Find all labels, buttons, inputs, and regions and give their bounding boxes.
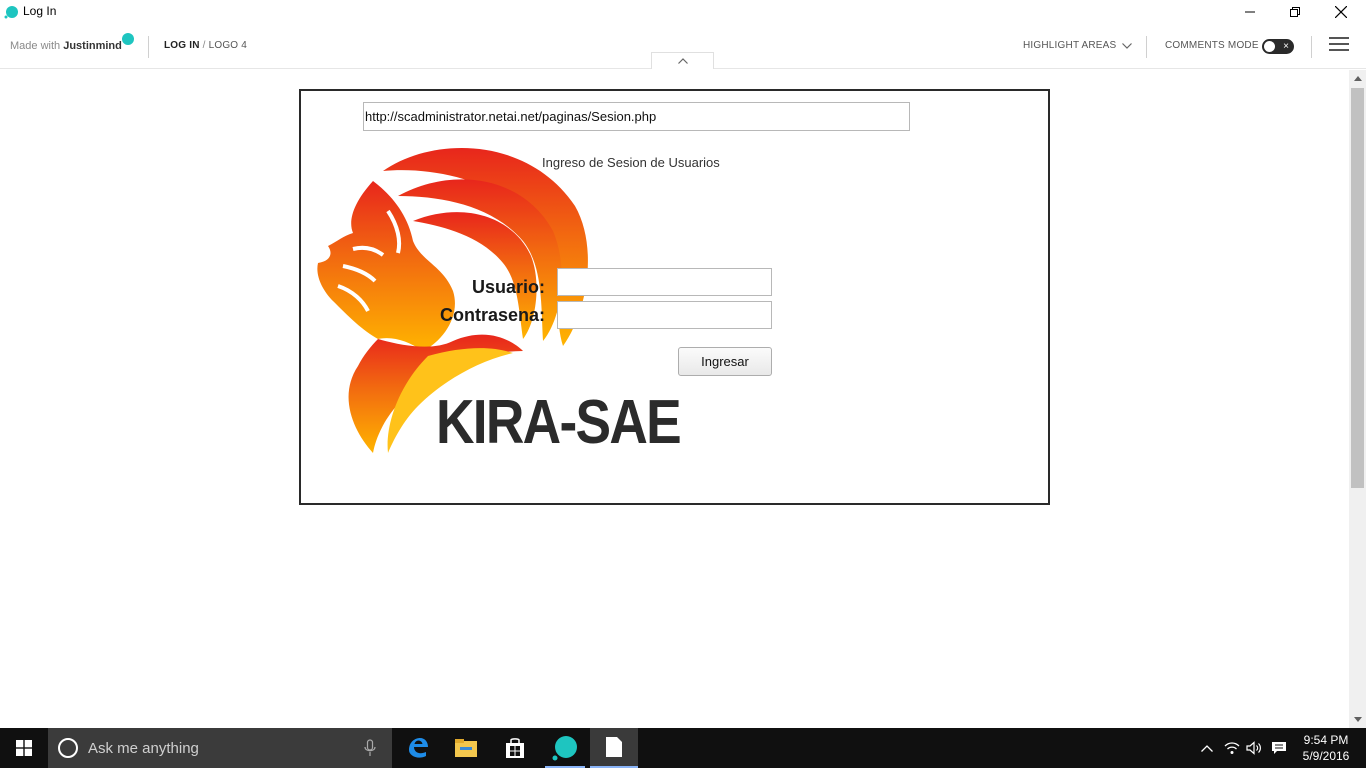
scroll-down-arrow-icon xyxy=(1353,717,1362,722)
minimize-button[interactable] xyxy=(1227,0,1273,24)
kira-sae-logo-text: KIRA-SAE xyxy=(436,388,682,457)
url-text-field: http://scadministrator.netai.net/paginas… xyxy=(363,102,910,131)
blank-document-icon xyxy=(606,737,622,757)
toggle-knob xyxy=(1264,41,1275,52)
clock-date: 5/9/2016 xyxy=(1302,749,1350,763)
login-frame: http://scadministrator.netai.net/paginas… xyxy=(299,89,1050,505)
cortana-circle-icon xyxy=(58,738,78,758)
usuario-input[interactable] xyxy=(557,268,772,296)
usuario-label: Usuario: xyxy=(471,277,545,297)
made-with-prefix: Made with xyxy=(10,40,64,52)
restore-icon xyxy=(1290,7,1300,17)
volume-tray-button[interactable] xyxy=(1242,728,1266,768)
window-title: Log In xyxy=(23,4,57,18)
contrasena-input[interactable] xyxy=(557,301,772,329)
toolbar-divider xyxy=(1311,36,1312,58)
search-placeholder: Ask me anything xyxy=(88,740,199,757)
breadcrumb-separator: / xyxy=(199,40,209,51)
minimize-icon xyxy=(1245,11,1255,13)
close-icon xyxy=(1335,6,1347,18)
scroll-up-button[interactable] xyxy=(1349,70,1366,87)
made-with-link[interactable]: Made with Justinmind xyxy=(10,40,122,52)
made-with-brand: Justinmind xyxy=(63,40,122,52)
chevron-up-icon xyxy=(1201,744,1213,752)
window-titlebar: Log In xyxy=(0,0,1366,24)
hamburger-icon-line xyxy=(1329,37,1349,39)
chevron-down-icon xyxy=(1122,42,1133,49)
scroll-thumb[interactable] xyxy=(1351,88,1364,488)
breadcrumb: LOG IN / LOGO 4 xyxy=(164,40,247,51)
taskbar-clock[interactable]: 9:54 PM 5/9/2016 xyxy=(1296,732,1356,764)
microphone-icon[interactable] xyxy=(364,739,376,757)
start-button[interactable] xyxy=(0,728,48,768)
restore-button[interactable] xyxy=(1272,0,1318,24)
edge-taskbar-button[interactable] xyxy=(394,728,442,768)
comments-mode-label: COMMENTS MODE xyxy=(1165,40,1259,51)
folder-icon xyxy=(455,739,477,757)
clock-time: 9:54 PM xyxy=(1303,733,1349,747)
collapse-toolbar-tab[interactable] xyxy=(651,52,714,69)
toolbar-divider xyxy=(148,36,149,58)
speaker-icon xyxy=(1246,741,1261,755)
contrasena-label: Contrasena: xyxy=(439,305,545,325)
action-center-button[interactable] xyxy=(1267,728,1291,768)
wifi-icon xyxy=(1224,742,1240,754)
vertical-scrollbar[interactable] xyxy=(1349,70,1366,728)
comments-mode-toggle[interactable]: × xyxy=(1262,39,1294,54)
cortana-search-box[interactable]: Ask me anything xyxy=(48,728,392,768)
toolbar-divider xyxy=(1146,36,1147,58)
justinmind-taskbar-button[interactable] xyxy=(541,728,589,768)
breadcrumb-page[interactable]: LOGO 4 xyxy=(209,40,247,51)
breadcrumb-current[interactable]: LOG IN xyxy=(164,40,200,51)
highlight-areas-label: HIGHLIGHT AREAS xyxy=(1023,40,1117,51)
windows-logo-icon xyxy=(16,740,32,756)
show-hidden-icons-button[interactable] xyxy=(1195,728,1219,768)
login-heading: Ingreso de Sesion de Usuarios xyxy=(542,155,720,170)
file-explorer-taskbar-button[interactable] xyxy=(442,728,490,768)
scroll-up-arrow-icon xyxy=(1353,76,1362,81)
hamburger-icon-line xyxy=(1329,49,1349,51)
scroll-down-button[interactable] xyxy=(1349,711,1366,728)
hamburger-menu-button[interactable] xyxy=(1329,37,1349,55)
store-bag-icon xyxy=(506,738,524,758)
windows-taskbar: Ask me anything 9:54 PM 5/9/2016 xyxy=(0,728,1366,768)
hamburger-icon-line xyxy=(1329,43,1349,45)
ingresar-button[interactable]: Ingresar xyxy=(678,347,772,376)
document-taskbar-button[interactable] xyxy=(590,728,638,768)
notification-icon xyxy=(1272,742,1286,754)
store-taskbar-button[interactable] xyxy=(491,728,539,768)
highlight-areas-dropdown[interactable]: HIGHLIGHT AREAS xyxy=(1023,40,1133,51)
justinmind-app-icon xyxy=(4,6,18,19)
edge-browser-icon xyxy=(409,738,428,758)
justinmind-app-icon xyxy=(552,736,577,761)
chevron-up-icon xyxy=(677,58,688,64)
toggle-off-icon: × xyxy=(1283,41,1289,52)
justinmind-logo-dot xyxy=(122,33,134,45)
close-button[interactable] xyxy=(1318,0,1364,24)
network-tray-button[interactable] xyxy=(1220,728,1244,768)
